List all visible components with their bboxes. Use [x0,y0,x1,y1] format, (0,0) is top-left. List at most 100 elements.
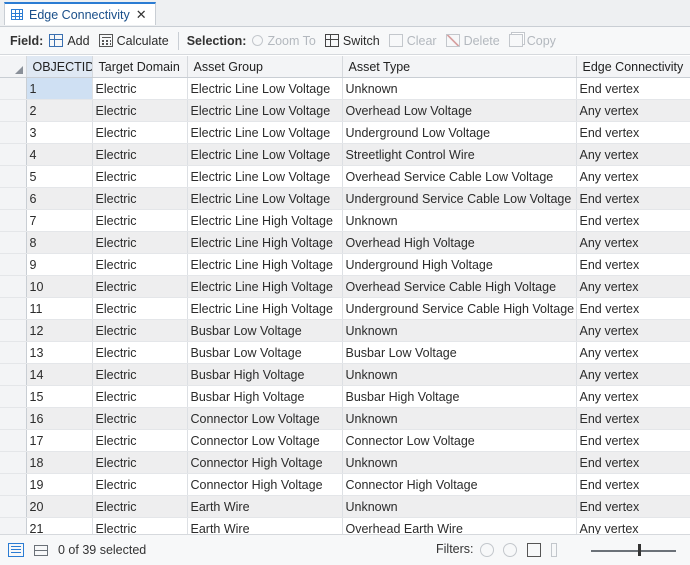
cell-asset-group[interactable]: Busbar Low Voltage [187,319,343,342]
table-row[interactable]: 12 Electric Busbar Low Voltage Unknown Any v… [0,319,690,342]
cell-objectid[interactable]: 7 [26,209,93,232]
row-selector[interactable] [0,297,27,320]
table-row[interactable]: 10 Electric Electric Line High Voltage Over… [0,275,690,298]
cell-asset-group[interactable]: Electric Line Low Voltage [187,99,343,122]
row-selector[interactable] [0,517,27,534]
cell-objectid[interactable]: 8 [26,231,93,254]
copy-selection-button[interactable]: Copy [508,34,556,48]
cell-asset-type[interactable]: Overhead Service Cable High Voltage [342,275,577,298]
filter-icon[interactable] [527,543,541,557]
cell-edge-connectivity[interactable]: Any vertex [576,143,690,166]
cell-asset-type[interactable]: Underground High Voltage [342,253,577,276]
table-row[interactable]: 14 Electric Busbar High Voltage Unknown Any … [0,363,690,386]
time-filter-icon[interactable] [503,543,517,557]
cell-target-domain[interactable]: Electric [92,341,188,364]
row-selector[interactable] [0,143,27,166]
cell-asset-type[interactable]: Streetlight Control Wire [342,143,577,166]
cell-edge-connectivity[interactable]: Any vertex [576,341,690,364]
cell-asset-group[interactable]: Busbar Low Voltage [187,341,343,364]
cell-objectid[interactable]: 1 [26,77,93,100]
cell-edge-connectivity[interactable]: End vertex [576,209,690,232]
cell-edge-connectivity[interactable]: End vertex [576,451,690,474]
zoom-to-button[interactable]: Zoom To [252,34,316,48]
cell-asset-group[interactable]: Electric Line High Voltage [187,297,343,320]
cell-asset-group[interactable]: Busbar High Voltage [187,363,343,386]
row-selector[interactable] [0,341,27,364]
cell-target-domain[interactable]: Electric [92,473,188,496]
table-row[interactable]: 11 Electric Electric Line High Voltage Unde… [0,297,690,320]
cell-asset-type[interactable]: Busbar Low Voltage [342,341,577,364]
cell-asset-type[interactable]: Underground Service Cable High Voltage [342,297,577,320]
row-selector[interactable] [0,407,27,430]
cell-asset-group[interactable]: Electric Line Low Voltage [187,77,343,100]
cell-asset-group[interactable]: Connector High Voltage [187,451,343,474]
extent-filter-icon[interactable] [480,543,494,557]
row-selector[interactable] [0,451,27,474]
cell-target-domain[interactable]: Electric [92,517,188,534]
show-selected-records-icon[interactable] [34,544,48,556]
cell-asset-group[interactable]: Connector High Voltage [187,473,343,496]
row-selector[interactable] [0,385,27,408]
cell-target-domain[interactable]: Electric [92,319,188,342]
cell-asset-type[interactable]: Overhead Earth Wire [342,517,577,534]
cell-asset-type[interactable]: Overhead Low Voltage [342,99,577,122]
cell-objectid[interactable]: 13 [26,341,93,364]
table-row[interactable]: 16 Electric Connector Low Voltage Unknown En… [0,407,690,430]
cell-target-domain[interactable]: Electric [92,187,188,210]
cell-asset-type[interactable]: Unknown [342,451,577,474]
cell-edge-connectivity[interactable]: End vertex [576,407,690,430]
cell-asset-group[interactable]: Connector Low Voltage [187,407,343,430]
row-selector[interactable] [0,231,27,254]
row-selector[interactable] [0,121,27,144]
cell-objectid[interactable]: 5 [26,165,93,188]
cell-asset-type[interactable]: Unknown [342,407,577,430]
column-header-asset-type[interactable]: Asset Type [342,56,577,78]
table-row[interactable]: 1 Electric Electric Line Low Voltage Unknow… [0,77,690,100]
cell-edge-connectivity[interactable]: Any vertex [576,275,690,298]
cell-edge-connectivity[interactable]: End vertex [576,495,690,518]
cell-objectid[interactable]: 9 [26,253,93,276]
cell-edge-connectivity[interactable]: Any vertex [576,363,690,386]
attribute-table[interactable]: OBJECTID Target Domain Asset Group Asset… [0,56,690,534]
cell-target-domain[interactable]: Electric [92,165,188,188]
cell-objectid[interactable]: 6 [26,187,93,210]
cell-edge-connectivity[interactable]: Any vertex [576,385,690,408]
row-selector[interactable] [0,253,27,276]
cell-asset-group[interactable]: Electric Line Low Voltage [187,143,343,166]
cell-edge-connectivity[interactable]: End vertex [576,121,690,144]
cell-edge-connectivity[interactable]: End vertex [576,473,690,496]
cell-objectid[interactable]: 11 [26,297,93,320]
cell-objectid[interactable]: 17 [26,429,93,452]
cell-target-domain[interactable]: Electric [92,385,188,408]
cell-target-domain[interactable]: Electric [92,407,188,430]
cell-objectid[interactable]: 2 [26,99,93,122]
cell-asset-type[interactable]: Unknown [342,495,577,518]
cell-target-domain[interactable]: Electric [92,297,188,320]
calculate-field-button[interactable]: Calculate [98,34,169,48]
row-selector[interactable] [0,363,27,386]
table-row[interactable]: 5 Electric Electric Line Low Voltage Overhe… [0,165,690,188]
delete-selection-button[interactable]: Delete [445,34,500,48]
table-row[interactable]: 20 Electric Earth Wire Unknown End vertex [0,495,690,518]
cell-objectid[interactable]: 3 [26,121,93,144]
row-selector[interactable] [0,99,27,122]
cell-target-domain[interactable]: Electric [92,121,188,144]
cell-asset-type[interactable]: Unknown [342,363,577,386]
tab-edge-connectivity[interactable]: Edge Connectivity ✕ [4,2,156,25]
cell-asset-group[interactable]: Electric Line Low Voltage [187,165,343,188]
table-row[interactable]: 9 Electric Electric Line High Voltage Under… [0,253,690,276]
cell-asset-group[interactable]: Connector Low Voltage [187,429,343,452]
row-selector[interactable] [0,473,27,496]
zoom-slider-track[interactable] [591,550,676,552]
cell-asset-type[interactable]: Unknown [342,209,577,232]
table-row[interactable]: 15 Electric Busbar High Voltage Busbar High… [0,385,690,408]
table-row[interactable]: 18 Electric Connector High Voltage Unknown E… [0,451,690,474]
cell-objectid[interactable]: 16 [26,407,93,430]
row-selector[interactable] [0,495,27,518]
row-selector[interactable] [0,275,27,298]
cell-target-domain[interactable]: Electric [92,429,188,452]
cell-asset-type[interactable]: Connector Low Voltage [342,429,577,452]
cell-asset-type[interactable]: Busbar High Voltage [342,385,577,408]
cell-target-domain[interactable]: Electric [92,253,188,276]
cell-edge-connectivity[interactable]: Any vertex [576,517,690,534]
